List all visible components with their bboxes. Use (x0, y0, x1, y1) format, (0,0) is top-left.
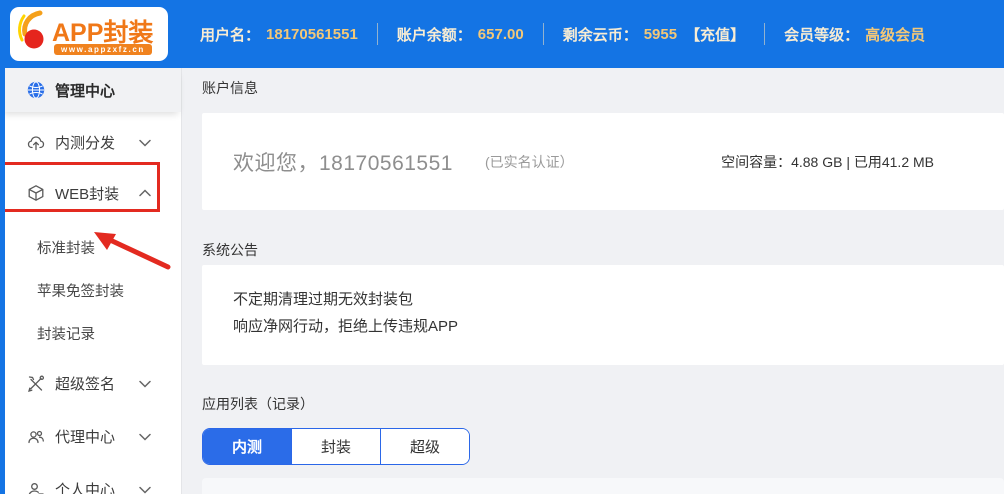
chevron-down-icon (139, 139, 151, 147)
storage-value: 4.88 GB | 已用41.2 MB (791, 154, 934, 170)
storage-info: 空间容量：4.88 GB | 已用41.2 MB (721, 152, 934, 172)
chevron-down-icon (139, 486, 151, 494)
tools-icon (27, 375, 45, 393)
recharge-link[interactable]: 【充值】 (685, 24, 745, 45)
sidebar-item-beta-distribution[interactable]: 内测分发 (0, 118, 181, 167)
applist-tab-group: 内测 封装 超级 (202, 428, 470, 465)
app-logo[interactable]: APP封装 www.appzxfz.cn (10, 7, 168, 61)
sidebar: 管理中心 内测分发 WEB封装 标准封装 (0, 68, 182, 494)
sidebar-item-label: 内测分发 (55, 132, 115, 153)
sidebar-item-agent-center[interactable]: 代理中心 (0, 412, 181, 461)
sidebar-item-super-signature[interactable]: 超级签名 (0, 359, 181, 408)
notice-line: 响应净网行动，拒绝上传违规APP (233, 313, 1004, 340)
section-title-account: 账户信息 (202, 81, 1004, 95)
tab-package[interactable]: 封装 (291, 429, 380, 464)
sidebar-item-label: 超级签名 (55, 373, 115, 394)
username-label: 用户名： (200, 24, 260, 45)
cube-icon (27, 184, 45, 202)
applist-card (202, 478, 1004, 494)
sidebar-item-admin-center[interactable]: 管理中心 (0, 68, 181, 112)
logo-mark-icon (16, 10, 50, 59)
chevron-down-icon (139, 380, 151, 388)
level-label: 会员等级： (784, 24, 859, 45)
notice-card: 不定期清理过期无效封装包 响应净网行动，拒绝上传违规APP (202, 265, 1004, 365)
sidebar-subitem-packaging-records[interactable]: 封装记录 (0, 312, 181, 355)
section-title-applist: 应用列表（记录） (202, 397, 1004, 411)
topbar-user-info: 用户名： 18170561551 账户余额： 657.00 剩余云币： 5955… (200, 23, 925, 45)
divider (543, 23, 544, 45)
welcome-text: 欢迎您，18170561551 (233, 147, 453, 177)
sidebar-item-label: 苹果免签封装 (37, 280, 124, 301)
sidebar-item-label: 代理中心 (55, 426, 115, 447)
chevron-up-icon (139, 189, 151, 197)
sidebar-item-personal-center[interactable]: 个人中心 (0, 465, 181, 494)
tab-beta[interactable]: 内测 (203, 429, 291, 464)
balance-value: 657.00 (478, 26, 524, 43)
sidebar-item-web-packaging[interactable]: WEB封装 (0, 167, 181, 219)
sidebar-item-label: 管理中心 (55, 80, 115, 101)
divider (377, 23, 378, 45)
sidebar-subitem-apple-nosign-packaging[interactable]: 苹果免签封装 (0, 269, 181, 312)
team-icon (27, 428, 45, 446)
left-edge-stripe (0, 0, 5, 494)
coins-value: 5955 (644, 26, 677, 43)
section-title-notice: 系统公告 (202, 243, 1004, 257)
divider (764, 23, 765, 45)
sidebar-item-label: 标准封装 (37, 237, 95, 258)
balance-label: 账户余额： (397, 24, 472, 45)
username-value: 18170561551 (266, 26, 358, 43)
sidebar-item-label: 封装记录 (37, 323, 95, 344)
chevron-down-icon (139, 433, 151, 441)
main-content: 账户信息 欢迎您，18170561551 (已实名认证） 空间容量：4.88 G… (182, 68, 1004, 494)
notice-line: 不定期清理过期无效封装包 (233, 286, 1004, 313)
topbar: APP封装 www.appzxfz.cn 用户名： 18170561551 账户… (0, 0, 1004, 68)
account-card: 欢迎您，18170561551 (已实名认证） 空间容量：4.88 GB | 已… (202, 113, 1004, 210)
globe-icon (27, 81, 45, 99)
tab-super[interactable]: 超级 (380, 429, 469, 464)
sidebar-submenu-web-packaging: 标准封装 苹果免签封装 封装记录 (0, 219, 181, 355)
sidebar-subitem-standard-packaging[interactable]: 标准封装 (0, 226, 181, 269)
sidebar-item-label: 个人中心 (55, 479, 115, 494)
cloud-upload-icon (27, 134, 45, 152)
logo-url: www.appzxfz.cn (54, 44, 152, 55)
coins-label: 剩余云币： (563, 24, 638, 45)
storage-label: 空间容量： (721, 154, 791, 170)
verified-badge: (已实名认证） (485, 152, 574, 172)
sidebar-item-label: WEB封装 (55, 183, 119, 204)
user-icon (27, 481, 45, 494)
level-value: 高级会员 (865, 24, 925, 45)
